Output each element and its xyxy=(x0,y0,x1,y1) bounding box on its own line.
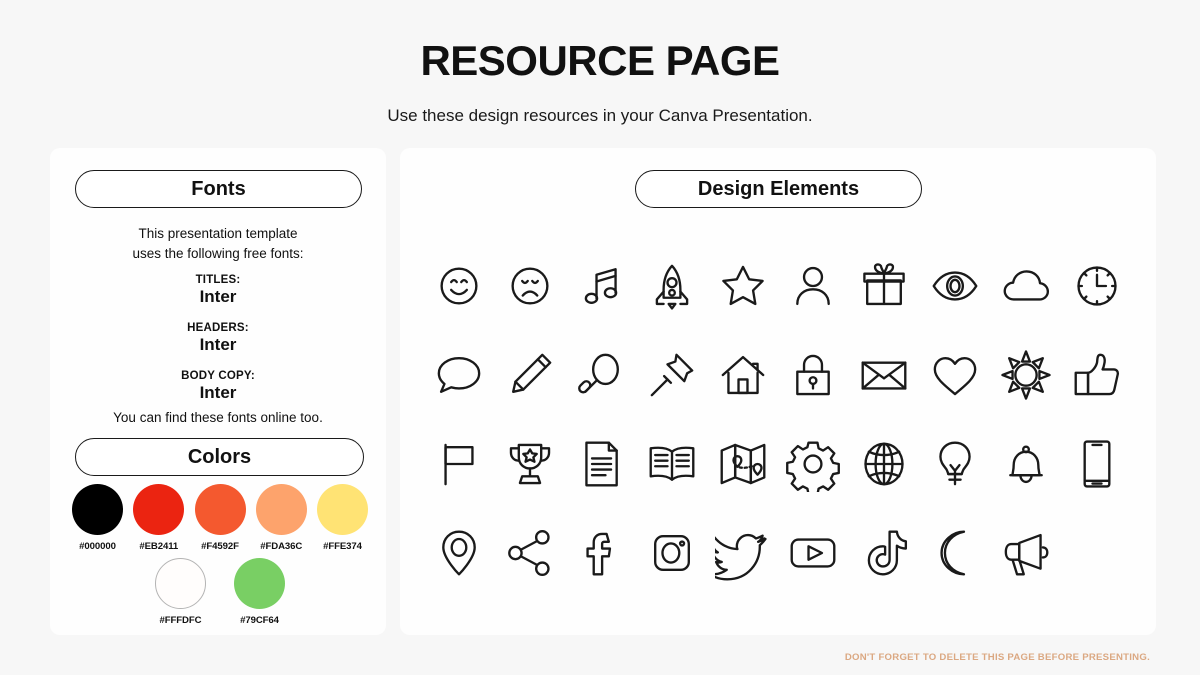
bell-icon[interactable] xyxy=(998,436,1054,492)
globe-icon[interactable] xyxy=(856,436,912,492)
color-swatch[interactable]: #FFFDFC xyxy=(155,558,206,626)
color-swatch-dot xyxy=(133,484,185,535)
youtube-icon[interactable] xyxy=(785,525,841,581)
speech-bubble-icon[interactable] xyxy=(431,347,487,403)
color-swatch[interactable]: #EB2411 xyxy=(133,484,185,552)
color-swatch[interactable]: #FDA36C xyxy=(255,484,307,552)
house-icon[interactable] xyxy=(715,347,771,403)
trophy-icon[interactable] xyxy=(502,436,558,492)
color-swatch-hex: #FFFDFC xyxy=(159,615,202,626)
cloud-icon[interactable] xyxy=(998,258,1054,314)
book-icon[interactable] xyxy=(644,436,700,492)
lock-icon[interactable] xyxy=(785,347,841,403)
star-icon[interactable] xyxy=(715,258,771,314)
design-elements-heading: Design Elements xyxy=(635,170,922,208)
instagram-icon[interactable] xyxy=(644,525,700,581)
flag-icon[interactable] xyxy=(431,436,487,492)
font-value: Inter xyxy=(199,383,237,402)
pencil-icon[interactable] xyxy=(502,347,558,403)
page-header: RESOURCE PAGE Use these design resources… xyxy=(0,0,1200,126)
page-title: RESOURCE PAGE xyxy=(420,37,780,84)
tiktok-icon[interactable] xyxy=(856,525,912,581)
gear-icon[interactable] xyxy=(785,436,841,492)
font-label: BODY COPY: xyxy=(181,370,255,382)
color-swatch-row-2: #FFFDFC #79CF64 xyxy=(155,558,285,626)
color-swatch-row-1: #000000 #EB2411 #F4592F #FDA36C #FFE374 xyxy=(72,484,368,552)
color-swatch[interactable]: #000000 xyxy=(72,484,123,552)
eye-icon[interactable] xyxy=(927,258,983,314)
rocket-icon[interactable] xyxy=(644,258,700,314)
magnifier-icon[interactable] xyxy=(573,347,629,403)
font-value: Inter xyxy=(199,287,237,306)
fonts-heading: Fonts xyxy=(75,170,362,208)
design-elements-panel: Design Elements xyxy=(400,148,1156,635)
delete-page-reminder: DON'T FORGET TO DELETE THIS PAGE BEFORE … xyxy=(844,652,1150,663)
moon-icon[interactable] xyxy=(927,525,983,581)
sad-face-icon[interactable] xyxy=(502,258,558,314)
color-swatch-hex: #000000 xyxy=(79,541,116,552)
pushpin-icon[interactable] xyxy=(644,347,700,403)
color-swatch-hex: #FFE374 xyxy=(323,541,362,552)
font-label: TITLES: xyxy=(195,274,241,286)
color-swatch-dot xyxy=(155,558,206,609)
gift-icon[interactable] xyxy=(856,258,912,314)
map-icon[interactable] xyxy=(715,436,771,492)
clock-icon[interactable] xyxy=(1069,258,1125,314)
font-group-titles: TITLES: Inter xyxy=(50,274,386,307)
location-pin-icon[interactable] xyxy=(431,525,487,581)
page-subtitle: Use these design resources in your Canva… xyxy=(387,106,813,126)
envelope-icon[interactable] xyxy=(856,347,912,403)
thumbs-up-icon[interactable] xyxy=(1069,347,1125,403)
smiley-face-icon[interactable] xyxy=(431,258,487,314)
color-swatch[interactable]: #F4592F xyxy=(194,484,246,552)
heart-icon[interactable] xyxy=(927,347,983,403)
share-icon[interactable] xyxy=(502,525,558,581)
color-swatch[interactable]: #79CF64 xyxy=(234,558,285,626)
megaphone-icon[interactable] xyxy=(998,525,1054,581)
document-icon[interactable] xyxy=(573,436,629,492)
sun-icon[interactable] xyxy=(998,347,1054,403)
fonts-and-colors-panel: Fonts This presentation template uses the… xyxy=(50,148,386,635)
color-swatch-dot xyxy=(194,484,246,535)
color-swatch-dot xyxy=(234,558,285,609)
color-swatch-dot xyxy=(255,484,307,535)
twitter-icon[interactable] xyxy=(714,525,771,581)
color-swatch-hex: #FDA36C xyxy=(260,541,303,552)
font-value: Inter xyxy=(199,335,237,354)
color-swatch-hex: #79CF64 xyxy=(240,615,279,626)
person-icon[interactable] xyxy=(785,258,841,314)
fonts-outro-text: You can find these fonts online too. xyxy=(113,410,323,425)
fonts-intro-text: This presentation template uses the follo… xyxy=(132,226,304,261)
color-swatch-dot xyxy=(317,484,368,535)
colors-heading: Colors xyxy=(75,438,364,476)
color-swatch[interactable]: #FFE374 xyxy=(317,484,368,552)
font-group-headers: HEADERS: Inter xyxy=(50,322,386,355)
icon-grid xyxy=(424,241,1132,597)
color-swatch-hex: #EB2411 xyxy=(139,541,179,552)
lightbulb-icon[interactable] xyxy=(927,436,983,492)
resource-page: RESOURCE PAGE Use these design resources… xyxy=(0,0,1200,675)
color-swatch-dot xyxy=(72,484,123,535)
font-group-body-copy: BODY COPY: Inter xyxy=(50,370,386,403)
phone-icon[interactable] xyxy=(1069,436,1125,492)
font-label: HEADERS: xyxy=(187,322,249,334)
music-note-icon[interactable] xyxy=(573,258,629,314)
color-swatch-hex: #F4592F xyxy=(201,541,239,552)
facebook-icon[interactable] xyxy=(573,525,629,581)
